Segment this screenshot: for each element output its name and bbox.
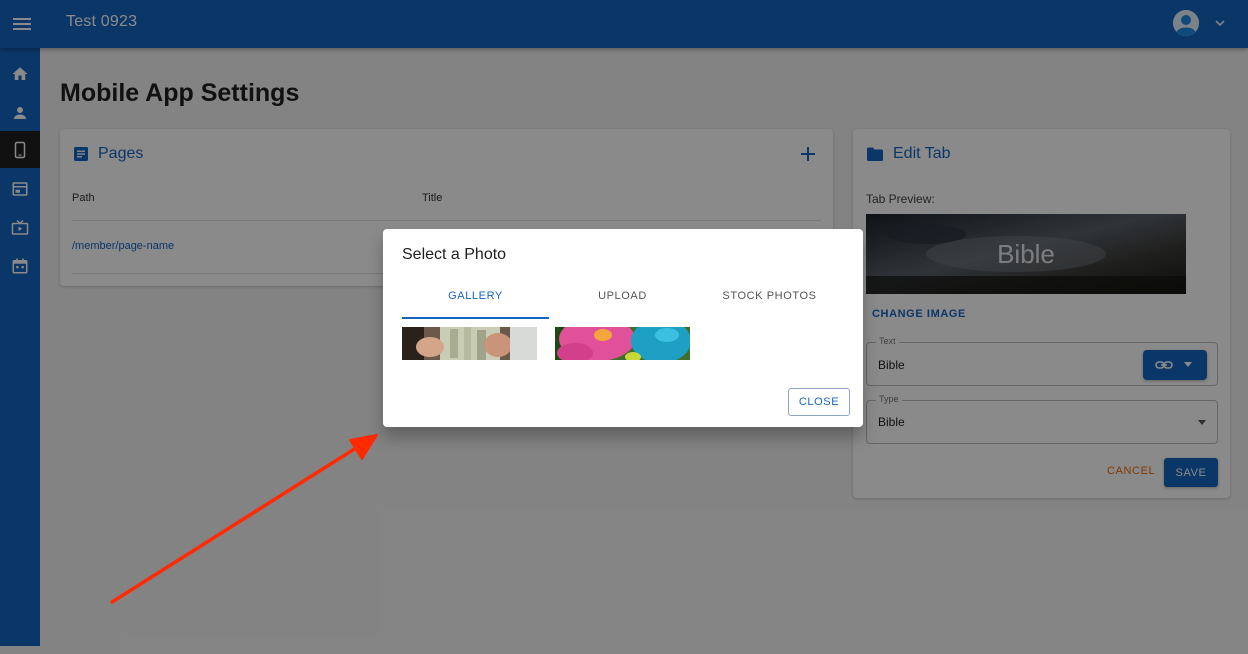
- gallery-photo-flowers[interactable]: [555, 327, 690, 360]
- tab-upload[interactable]: UPLOAD: [549, 290, 696, 302]
- gallery-photo-money[interactable]: [402, 327, 537, 360]
- select-photo-dialog: Select a Photo GALLERY UPLOAD STOCK PHOT…: [383, 229, 863, 427]
- active-tab-indicator: [402, 317, 549, 319]
- tab-gallery[interactable]: GALLERY: [402, 290, 549, 302]
- dialog-title: Select a Photo: [402, 246, 507, 263]
- tab-stock-photos[interactable]: STOCK PHOTOS: [696, 290, 843, 302]
- close-button[interactable]: CLOSE: [788, 388, 850, 416]
